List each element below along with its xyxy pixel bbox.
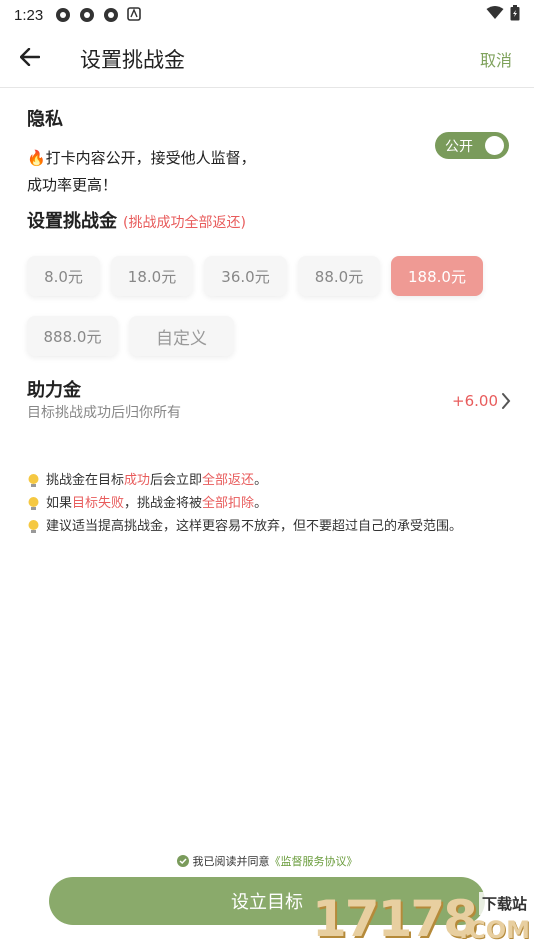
toggle-knob xyxy=(485,136,504,155)
tip-item: 建议适当提高挑战金，这样更容易不放弃，但不要超过自己的承受范围。 xyxy=(27,515,462,538)
stake-title: 设置挑战金 xyxy=(27,211,117,232)
lightbulb-icon xyxy=(27,519,40,535)
status-bar: 1:23 xyxy=(0,0,534,30)
back-button[interactable] xyxy=(0,30,60,88)
chevron-right-icon[interactable] xyxy=(500,391,512,411)
app-icon xyxy=(103,7,119,23)
tip-text: 如果 xyxy=(46,496,73,511)
tip-text: 挑战金在目标 xyxy=(46,473,125,488)
stake-subtitle: (挑战成功全部返还) xyxy=(123,215,246,231)
public-toggle[interactable]: 公开 xyxy=(435,132,509,159)
tip-text: ，挑战金将被 xyxy=(124,496,203,511)
tip-text: 建议适当提高挑战金，这样更容易不放弃，但不要超过自己的承受范围。 xyxy=(46,519,463,534)
text-icon xyxy=(127,7,143,23)
agreement-row: 我已阅读并同意 《监督服务协议》 xyxy=(0,853,534,869)
stake-option-8[interactable]: 8.0元 xyxy=(27,256,100,296)
lightbulb-icon xyxy=(27,496,40,512)
privacy-description: 🔥打卡内容公开，接受他人监督， 成功率更高！ xyxy=(27,145,347,199)
tip-highlight: 成功 xyxy=(124,473,151,488)
app-bar: 设置挑战金 取消 xyxy=(0,30,534,88)
stake-custom[interactable]: 自定义 xyxy=(129,316,234,356)
stake-option-36[interactable]: 36.0元 xyxy=(204,256,287,296)
stake-header: 设置挑战金 (挑战成功全部返还) xyxy=(27,207,246,233)
status-time: 1:23 xyxy=(14,6,44,24)
privacy-title: 隐私 xyxy=(27,109,63,130)
stake-option-18[interactable]: 18.0元 xyxy=(111,256,193,296)
watermark-cn: 下载站 xyxy=(478,892,530,915)
page-title: 设置挑战金 xyxy=(80,47,185,72)
watermark-com: .COM xyxy=(458,916,530,944)
back-arrow-icon xyxy=(19,47,41,70)
status-app-icons xyxy=(55,7,143,23)
tip-item: 如果 目标失败 ，挑战金将被 全部扣除。 xyxy=(27,492,462,515)
tips-list: 挑战金在目标 成功 后会立即 全部返还。 如果 目标失败 ，挑战金将被 全部扣除。 建议适当… xyxy=(27,469,462,538)
lightbulb-icon xyxy=(27,473,40,489)
tip-text: 后会立即 xyxy=(150,473,203,488)
tip-text: 。 xyxy=(254,496,268,511)
assist-subtitle: 目标挑战成功后归你所有 xyxy=(27,405,181,421)
cancel-button[interactable]: 取消 xyxy=(480,47,512,71)
app-icon xyxy=(79,7,95,23)
assist-value[interactable]: +6.00 xyxy=(452,392,498,410)
tip-highlight: 目标失败 xyxy=(72,496,125,511)
check-circle-icon[interactable] xyxy=(176,855,189,867)
tip-item: 挑战金在目标 成功 后会立即 全部返还。 xyxy=(27,469,462,492)
tip-highlight: 全部扣除 xyxy=(202,496,255,511)
privacy-desc-line2: 成功率更高！ xyxy=(27,176,118,194)
tip-highlight: 全部返还 xyxy=(202,473,255,488)
app-icon xyxy=(55,7,71,23)
wifi-icon xyxy=(486,6,504,24)
toggle-label: 公开 xyxy=(445,138,473,155)
stake-option-188[interactable]: 188.0元 xyxy=(391,256,483,296)
watermark-number: 17178 xyxy=(312,890,478,948)
agreement-link[interactable]: 《监督服务协议》 xyxy=(270,853,358,869)
agreement-text: 我已阅读并同意 xyxy=(192,855,270,868)
tip-text: 。 xyxy=(254,473,268,488)
watermark-logo: 17178 下载站 .COM xyxy=(312,884,534,950)
stake-option-88[interactable]: 88.0元 xyxy=(298,256,380,296)
battery-icon xyxy=(510,5,520,25)
stake-option-888[interactable]: 888.0元 xyxy=(27,316,118,356)
privacy-desc-line1: 🔥打卡内容公开，接受他人监督， xyxy=(27,149,256,167)
assist-title: 助力金 xyxy=(27,380,81,401)
status-right xyxy=(486,5,520,25)
